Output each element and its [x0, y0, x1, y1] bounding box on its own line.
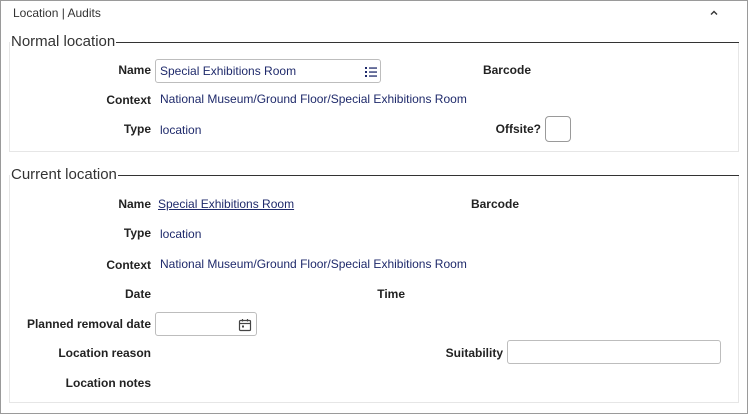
panel-title: Location | Audits [13, 6, 101, 20]
current-location-rule [11, 175, 739, 176]
planned-removal-date-label: Planned removal date [26, 317, 151, 331]
current-barcode-label: Barcode [470, 197, 519, 211]
normal-type-value: location [160, 123, 202, 137]
list-icon[interactable] [364, 64, 378, 78]
current-name-label: Name [118, 197, 151, 211]
planned-removal-date-field[interactable] [155, 312, 257, 336]
offsite-checkbox[interactable] [545, 116, 571, 142]
current-location-legend: Current location [11, 166, 118, 183]
normal-name-label: Name [118, 63, 151, 77]
calendar-icon[interactable] [238, 317, 252, 332]
time-label: Time [377, 287, 405, 301]
normal-location-rule [11, 42, 739, 43]
current-type-label: Type [123, 226, 151, 240]
offsite-label: Offsite? [495, 122, 541, 136]
chevron-up-icon[interactable] [706, 5, 722, 21]
normal-location-legend: Normal location [11, 33, 117, 50]
normal-context-value: National Museum/Ground Floor/Special Exh… [160, 92, 467, 106]
normal-name-value: Special Exhibitions Room [160, 64, 297, 78]
normal-context-label: Context [106, 93, 151, 107]
normal-type-label: Type [123, 122, 151, 136]
normal-barcode-label: Barcode [482, 63, 531, 77]
date-label: Date [124, 287, 151, 301]
location-audits-panel: Location | Audits Normal location Name S… [0, 0, 748, 414]
suitability-field[interactable] [507, 340, 721, 364]
current-context-label: Context [106, 258, 151, 272]
suitability-label: Suitability [445, 346, 503, 360]
normal-name-field[interactable]: Special Exhibitions Room [155, 59, 381, 83]
current-type-value: location [160, 227, 202, 241]
current-context-value: National Museum/Ground Floor/Special Exh… [160, 257, 467, 271]
location-reason-label: Location reason [58, 346, 151, 360]
current-name-link[interactable]: Special Exhibitions Room [158, 197, 294, 211]
location-notes-label: Location notes [65, 376, 151, 390]
